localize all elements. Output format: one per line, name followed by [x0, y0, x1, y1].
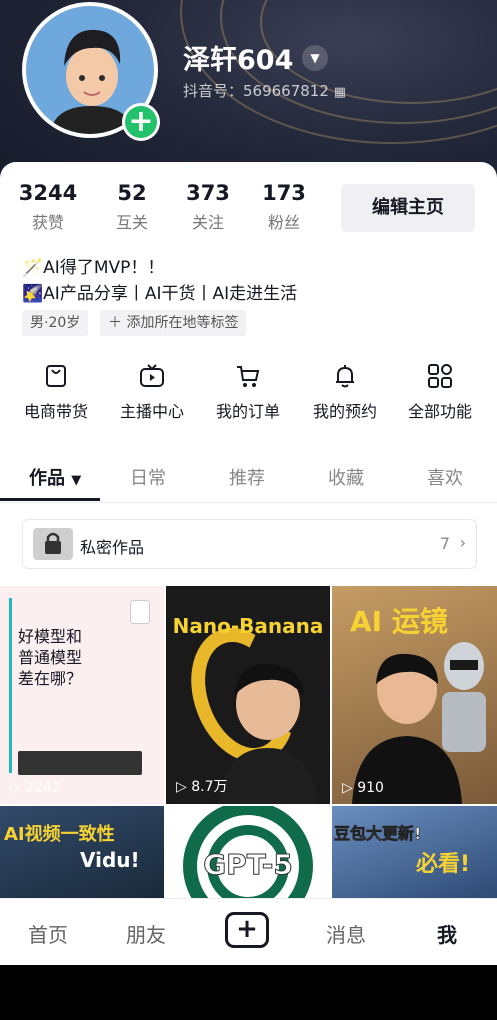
qr-code-icon[interactable]: ▦: [334, 85, 346, 100]
func-streamer-center-label: 主播中心: [119, 402, 184, 421]
video-thumb-6[interactable]: 豆包大更新! 必看!: [332, 806, 497, 898]
func-all-features-label: 全部功能: [407, 402, 472, 421]
edit-profile-button[interactable]: 编辑主页: [341, 184, 475, 232]
username: 泽轩604: [183, 45, 294, 76]
chevron-right-icon: ›: [459, 533, 466, 552]
video-thumb-2[interactable]: Nano-Banana ▷ 8.7万: [166, 586, 330, 804]
video-3-title: AI 运镜: [350, 605, 448, 638]
caret-down-icon: ▼: [71, 473, 82, 488]
bio-line-1-text: AI得了MVP！！: [43, 258, 165, 278]
stat-following[interactable]: 373 关注: [168, 181, 248, 233]
bio-line-1: 🪄AI得了MVP！！: [22, 253, 164, 278]
stat-mutual-value: 52: [117, 181, 147, 205]
video-3-play-count: ▷ 910: [342, 780, 384, 796]
bio-line-2: 🌠AI产品分享丨AI干货丨AI走进生活: [22, 279, 297, 304]
plus-icon: +: [236, 914, 258, 944]
func-my-reservations-label: 我的预约: [312, 402, 377, 421]
private-works-row[interactable]: 私密作品 7 ›: [22, 519, 477, 569]
func-streamer-center[interactable]: 主播中心: [107, 362, 197, 422]
lock-icon: [33, 528, 73, 560]
stat-following-label: 关注: [191, 213, 224, 232]
private-works-label: 私密作品: [80, 538, 145, 557]
douyin-id-text: 抖音号：569667812: [183, 82, 329, 100]
nav-home[interactable]: 首页: [28, 919, 68, 948]
chevron-down-icon[interactable]: ▼: [302, 45, 328, 71]
video-thumb-5[interactable]: GPT-5: [166, 806, 330, 898]
video-2-play-count: ▷ 8.7万: [176, 776, 228, 796]
stat-likes[interactable]: 3244 获赞: [8, 181, 88, 233]
create-button[interactable]: +: [225, 912, 269, 948]
func-all-features[interactable]: 全部功能: [395, 362, 485, 422]
stat-likes-label: 获赞: [31, 213, 64, 232]
bio-line-2-text: AI产品分享丨AI干货丨AI走进生活: [43, 284, 298, 304]
video-4-title-line-2: Vidu!: [80, 848, 140, 872]
tab-divider: [0, 502, 497, 503]
video-2-plays: 8.7万: [191, 779, 228, 795]
add-tag-button[interactable]: ＋ 添加所在地等标签: [100, 310, 247, 336]
stat-followers-label: 粉丝: [267, 213, 300, 232]
tab-works-label: 作品: [29, 468, 65, 489]
video-1-title-line-1: 好模型和: [18, 627, 83, 646]
play-icon: ▷: [176, 779, 187, 795]
video-thumb-3[interactable]: AI 运镜 ▷ 910: [332, 586, 497, 804]
bag-icon: [46, 365, 66, 387]
tab-likes[interactable]: 喜欢: [427, 464, 463, 490]
stat-mutual[interactable]: 52 互关: [92, 181, 172, 233]
stat-followers-value: 173: [262, 181, 306, 205]
stat-mutual-label: 互关: [115, 213, 148, 232]
tv-icon: [140, 364, 164, 387]
nav-me[interactable]: 我: [437, 919, 457, 948]
video-6-title-line-1: 豆包大更新!: [334, 824, 422, 844]
bell-icon: [336, 365, 354, 388]
video-1-title-line-2: 普通模型: [18, 648, 83, 667]
nav-friends[interactable]: 朋友: [126, 919, 166, 948]
func-ecommerce-label: 电商带货: [23, 402, 88, 421]
grid-icon: [428, 364, 452, 388]
tab-recommended[interactable]: 推荐: [229, 464, 265, 490]
video-3-plays: 910: [357, 780, 384, 796]
tab-works[interactable]: 作品 ▼: [29, 464, 81, 490]
profile-screen: + 泽轩604 ▼ 抖音号：569667812 ▦ 3244 获赞 52 互关 37…: [0, 0, 497, 965]
video-1-title-line-3: 差在哪？: [18, 669, 83, 688]
func-my-orders-label: 我的订单: [215, 402, 280, 421]
func-ecommerce[interactable]: 电商带货: [11, 362, 101, 422]
video-6-title-line-2: 必看!: [416, 852, 471, 877]
stat-likes-value: 3244: [18, 181, 78, 205]
play-icon: ▷: [10, 780, 21, 796]
wand-icon: 🪄: [22, 258, 44, 278]
nav-messages[interactable]: 消息: [326, 919, 366, 948]
bottom-nav: 首页 朋友 + 消息 我: [0, 898, 497, 965]
add-avatar-button[interactable]: +: [122, 103, 160, 141]
cart-icon: [237, 366, 260, 387]
play-icon: ▷: [342, 780, 353, 796]
active-tab-indicator: [0, 498, 100, 501]
func-my-orders[interactable]: 我的订单: [203, 362, 293, 422]
private-works-count: 7: [439, 534, 450, 553]
tab-daily[interactable]: 日常: [130, 464, 166, 490]
douyin-id: 抖音号：569667812 ▦: [183, 80, 346, 101]
video-5-title: GPT-5: [203, 848, 294, 882]
func-my-reservations[interactable]: 我的预约: [300, 362, 390, 422]
video-2-title: Nano-Banana: [172, 614, 324, 638]
tag-gender-age: 男·20岁: [22, 310, 89, 336]
plus-icon: +: [125, 106, 157, 138]
stat-followers[interactable]: 173 粉丝: [244, 181, 324, 233]
stat-following-value: 373: [186, 181, 230, 205]
video-thumb-4[interactable]: AI视频一致性 Vidu!: [0, 806, 164, 898]
video-thumb-1[interactable]: 好模型和 普通模型 差在哪？ ▷ 2242: [0, 586, 164, 804]
video-4-title-line-1: AI视频一致性: [4, 824, 115, 845]
video-1-play-count: ▷ 2242: [10, 780, 61, 796]
comet-icon: 🌠: [22, 284, 44, 304]
video-1-plays: 2242: [25, 780, 61, 796]
tab-favorites[interactable]: 收藏: [328, 464, 364, 490]
